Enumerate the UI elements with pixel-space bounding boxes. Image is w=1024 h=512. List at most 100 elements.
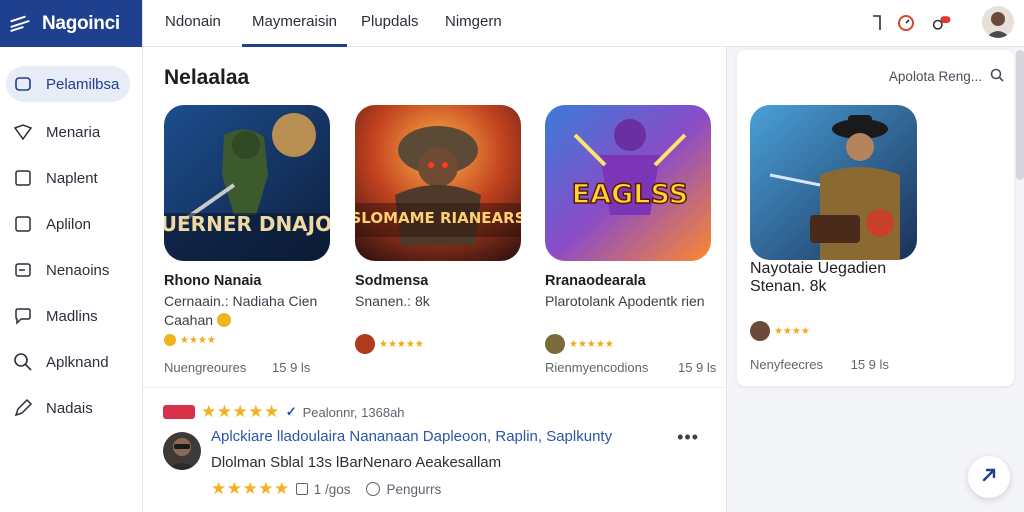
meta-left: Rienmyencodions (545, 360, 649, 375)
meta-right: 15 9 ls (272, 360, 311, 375)
rating: ★★★★ (750, 321, 950, 341)
game-subtitle: Snanen.: 8k (355, 293, 430, 309)
like-icon[interactable] (295, 483, 308, 495)
meta-right: 15 9 ls (677, 360, 717, 375)
game-card[interactable]: EAGLSS Rranaodearala Plarotolank Apodent… (545, 105, 715, 354)
rating-stars: ★★★★★ (569, 338, 614, 350)
reply-icon[interactable] (366, 482, 381, 496)
image-icon (12, 259, 34, 281)
square-icon (12, 167, 34, 189)
art-title: VUERNER DNAJOD (164, 212, 330, 236)
rating: ★★★★★ (355, 334, 525, 354)
reply-label[interactable]: Pengurrs (386, 482, 441, 497)
right-search[interactable]: Apolota Reng... (889, 68, 1004, 85)
sidebar-nav: Pelamilbsa Menaria Naplent Aplilon Nenao… (0, 47, 142, 426)
diamond-icon (12, 121, 34, 143)
review-body: Dlolman Sblal 13s lBarNenaro Aeakesallam (211, 454, 502, 471)
chat-icon (12, 305, 34, 327)
review-badge-text: Pealonnr, 1368ah (302, 404, 405, 420)
art-title: SLOMAME RIANEARS (355, 209, 521, 227)
sidebar-item-5[interactable]: Madlins (6, 298, 130, 334)
sidebar-item-0[interactable]: Pelamilbsa (6, 66, 130, 102)
timer-icon[interactable] (895, 12, 917, 34)
game-thumbnail[interactable]: SLOMAME RIANEARS (355, 105, 521, 261)
sidebar-item-1[interactable]: Menaria (6, 114, 130, 150)
reviewer-avatar[interactable] (163, 432, 201, 470)
sidebar-item-4[interactable]: Nenaoins (6, 252, 130, 288)
sidebar: Nagoinci Pelamilbsa Menaria Naplent Apli… (0, 0, 143, 512)
coin-icon (217, 313, 232, 327)
tab-3[interactable]: Nimgern (445, 0, 502, 47)
sidebar-item-label: Pelamilbsa (46, 75, 120, 93)
sidebar-item-label: Aplilon (46, 215, 92, 233)
review-item[interactable]: ★★★★★ ✓ Pealonnr, 1368ah Aplckiare llado… (163, 402, 713, 498)
like-count: 1 /gos (313, 481, 351, 497)
game-thumbnail[interactable]: VUERNER DNAJOD (164, 105, 330, 261)
coin-icon (164, 334, 176, 346)
card-meta: Nuengreoures 15 9 ls (164, 360, 310, 375)
game-card[interactable]: SLOMAME RIANEARS Sodmensa Snanen.: 8k ★★… (355, 105, 525, 354)
rating-stars: ★★★★ (180, 334, 216, 346)
game-subtitle-2: Caahan (164, 312, 334, 328)
game-name: Nayotaie Uegadien (750, 260, 887, 277)
game-subtitle: Stenan. 8k (750, 278, 827, 295)
game-subtitle-2-text: Caahan (164, 312, 214, 328)
folder-icon (12, 73, 34, 95)
right-panel: Apolota Reng... Nayotaie Uegadien Stenan… (737, 50, 1014, 386)
sidebar-item-7[interactable]: Nadais (6, 390, 130, 426)
meta-right: 15 9 ls (850, 357, 889, 372)
sidebar-item-2[interactable]: Naplent (6, 160, 130, 196)
user-avatar[interactable] (982, 6, 1014, 38)
rating: ★★★★★ (545, 334, 715, 354)
badge-icon (163, 405, 195, 419)
brand-header[interactable]: Nagoinci (0, 0, 142, 47)
game-name: Rhono Nanaia (164, 273, 262, 289)
game-card[interactable]: VUERNER DNAJOD Rhono Nanaia Cernaain.: N… (164, 105, 334, 346)
section-title: Nelaalaa (164, 66, 250, 89)
game-thumbnail[interactable] (750, 105, 917, 260)
meta-left: Nenyfeecres (750, 357, 823, 372)
art-title: EAGLSS (572, 179, 688, 210)
tab-2[interactable]: Plupdals (361, 0, 419, 47)
tab-0[interactable]: Ndonain (165, 0, 221, 47)
main-panel: Nelaalaa VUERNER DNAJOD Rhono Nanaia Cer… (143, 47, 727, 512)
sidebar-item-label: Nenaoins (46, 261, 110, 279)
review-title-link[interactable]: Aplckiare lladoulaira Nananaan Dapleoon,… (211, 428, 612, 445)
card-meta: Rienmyencodions 15 9 ls (545, 360, 716, 375)
sidebar-item-label: Naplent (46, 169, 98, 187)
game-thumbnail[interactable]: EAGLSS (545, 105, 711, 261)
right-search-label[interactable]: Apolota Reng... (889, 69, 982, 84)
sidebar-item-label: Aplknand (46, 353, 109, 371)
top-bar: Ndonain Maymeraisin Plupdals Nimgern (143, 0, 1024, 47)
notification-icon[interactable] (931, 12, 953, 34)
game-card[interactable]: Nayotaie Uegadien Stenan. 8k ★★★★ Nenyfe… (750, 105, 950, 372)
sidebar-item-label: Nadais (46, 399, 93, 417)
game-mini-avatar (545, 334, 565, 354)
review-stars: ★★★★★ (201, 402, 280, 421)
square-icon (12, 213, 34, 235)
bookmark-icon[interactable] (866, 12, 888, 34)
more-icon[interactable]: ••• (677, 427, 699, 448)
sidebar-item-3[interactable]: Aplilon (6, 206, 130, 242)
pen-icon (12, 397, 34, 419)
review-stars: ★★★★★ (211, 479, 290, 498)
game-name: Rranaodearala (545, 273, 646, 289)
game-name: Sodmensa (355, 273, 429, 289)
sidebar-item-6[interactable]: Aplknand (6, 344, 130, 380)
divider (143, 387, 726, 388)
tab-1[interactable]: Maymeraisin (242, 0, 348, 47)
rating-stars: ★★★★★ (379, 338, 424, 350)
expand-fab[interactable] (968, 456, 1010, 498)
sidebar-item-label: Menaria (46, 123, 101, 141)
verified-icon: ✓ (285, 404, 297, 419)
rating-stars: ★★★★ (774, 325, 810, 337)
search-icon[interactable] (990, 68, 1004, 85)
menu-icon[interactable] (10, 15, 32, 33)
game-subtitle: Plarotolank Apodentk rien (545, 293, 705, 309)
arrow-up-right-icon (980, 466, 998, 489)
card-meta: Nenyfeecres 15 9 ls (750, 357, 950, 372)
review-footer: ★★★★★ 1 /gos Pengurrs (211, 479, 441, 499)
scrollbar[interactable] (1016, 50, 1024, 180)
search-icon (12, 351, 34, 373)
rating: ★★★★ (164, 334, 334, 346)
